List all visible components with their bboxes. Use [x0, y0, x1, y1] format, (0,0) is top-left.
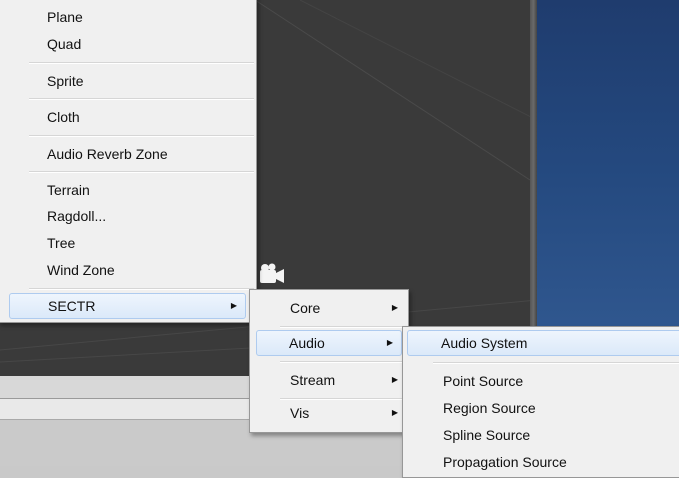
menu-item-audio-reverb-zone[interactable]: Audio Reverb Zone [0, 141, 256, 167]
menu-item-region-source[interactable]: Region Source [403, 395, 679, 421]
menu-item-sectr[interactable]: SECTR ▶ [9, 293, 246, 319]
menu-separator [29, 135, 254, 137]
menu-item-wind-zone[interactable]: Wind Zone [0, 257, 256, 283]
menu-item-cloth[interactable]: Cloth [0, 104, 256, 130]
menu-item-ragdoll[interactable]: Ragdoll... [0, 203, 256, 229]
menu-separator [29, 62, 254, 64]
submenu-arrow-icon: ▶ [391, 408, 398, 417]
menu-item-spline-source[interactable]: Spline Source [403, 422, 679, 448]
submenu-arrow-icon: ▶ [391, 375, 398, 384]
menu-separator [29, 288, 254, 290]
submenu-arrow-icon: ▶ [391, 303, 398, 312]
menu-item-propagation-source[interactable]: Propagation Source [403, 449, 679, 475]
menu-item-core[interactable]: Core ▶ [250, 295, 408, 321]
scene-divider [530, 0, 537, 376]
menu-item-quad[interactable]: Quad [0, 31, 256, 57]
submenu-arrow-icon: ▶ [230, 301, 237, 310]
camera-gizmo-icon[interactable] [256, 261, 286, 289]
submenu-arrow-icon: ▶ [386, 338, 393, 347]
sectr-submenu: Core ▶ Audio ▶ Stream ▶ Vis ▶ [249, 289, 409, 433]
menu-separator [29, 98, 254, 100]
menu-item-terrain[interactable]: Terrain [0, 177, 256, 203]
menu-separator [280, 361, 406, 363]
menu-item-tree[interactable]: Tree [0, 230, 256, 256]
game-view[interactable] [537, 0, 679, 376]
menu-item-audio[interactable]: Audio ▶ [256, 330, 402, 356]
create-object-menu: Plane Quad Sprite Cloth Audio Reverb Zon… [0, 0, 257, 323]
menu-item-vis[interactable]: Vis ▶ [250, 400, 408, 426]
menu-separator [29, 171, 254, 173]
menu-item-sprite[interactable]: Sprite [0, 68, 256, 94]
menu-item-point-source[interactable]: Point Source [403, 368, 679, 394]
audio-submenu: Audio System Point Source Region Source … [402, 326, 679, 478]
menu-item-audio-system[interactable]: Audio System [407, 330, 679, 356]
menu-separator [433, 362, 679, 364]
menu-item-stream[interactable]: Stream ▶ [250, 367, 408, 393]
menu-separator [280, 326, 406, 328]
menu-item-plane[interactable]: Plane [0, 4, 256, 30]
